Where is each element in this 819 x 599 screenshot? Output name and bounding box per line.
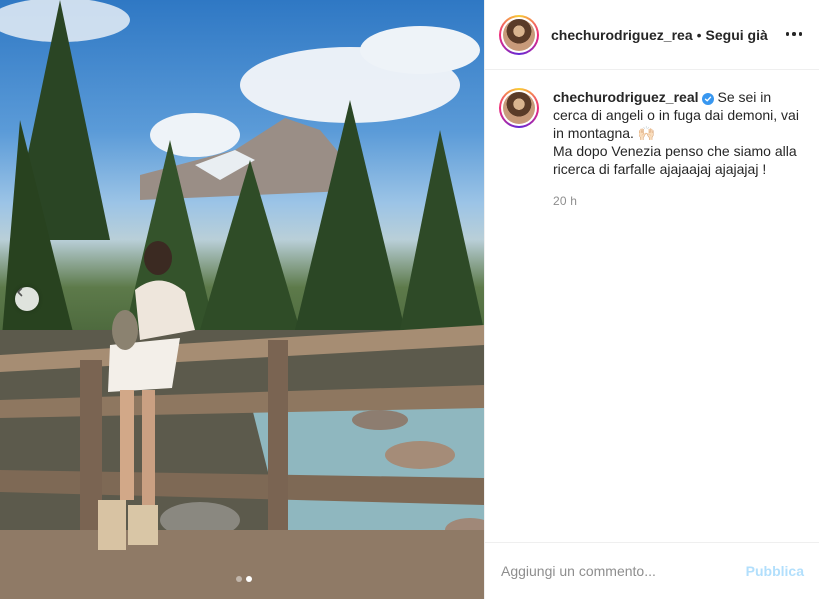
avatar[interactable] <box>499 14 539 55</box>
post-timestamp[interactable]: 20 h <box>553 192 809 210</box>
comment-bar: Pubblica <box>485 542 819 599</box>
carousel-indicator <box>236 576 252 582</box>
comment-input[interactable] <box>501 563 746 579</box>
instagram-post-view: chechurodriguez_rea • Segui già chechuro… <box>0 0 819 599</box>
post-header: chechurodriguez_rea • Segui già <box>485 0 819 70</box>
avatar-image <box>503 92 535 124</box>
header-username[interactable]: chechurodriguez_rea <box>551 27 693 43</box>
verified-badge-icon <box>701 93 714 105</box>
post-photo[interactable] <box>0 0 484 599</box>
carousel-dot-active <box>246 576 252 582</box>
carousel-dot <box>236 576 242 582</box>
chevron-left-icon <box>17 287 23 297</box>
caption-username[interactable]: chechurodriguez_real <box>553 89 699 105</box>
following-button[interactable]: Segui già <box>706 27 768 43</box>
carousel-prev-button[interactable] <box>15 287 39 311</box>
header-separator: • <box>696 26 702 43</box>
caption-text-block: chechurodriguez_real Se sei in cerca di a… <box>553 88 809 210</box>
post-sidebar: chechurodriguez_rea • Segui già chechuro… <box>484 0 819 599</box>
photo-illustration <box>0 0 484 599</box>
avatar-image <box>503 18 535 51</box>
publish-button[interactable]: Pubblica <box>746 563 804 579</box>
caption-avatar[interactable] <box>499 88 539 128</box>
more-options-icon[interactable] <box>784 24 804 44</box>
post-caption: chechurodriguez_real Se sei in cerca di a… <box>499 88 809 210</box>
caption-text-line2: Ma dopo Venezia penso che siamo alla ric… <box>553 143 797 177</box>
